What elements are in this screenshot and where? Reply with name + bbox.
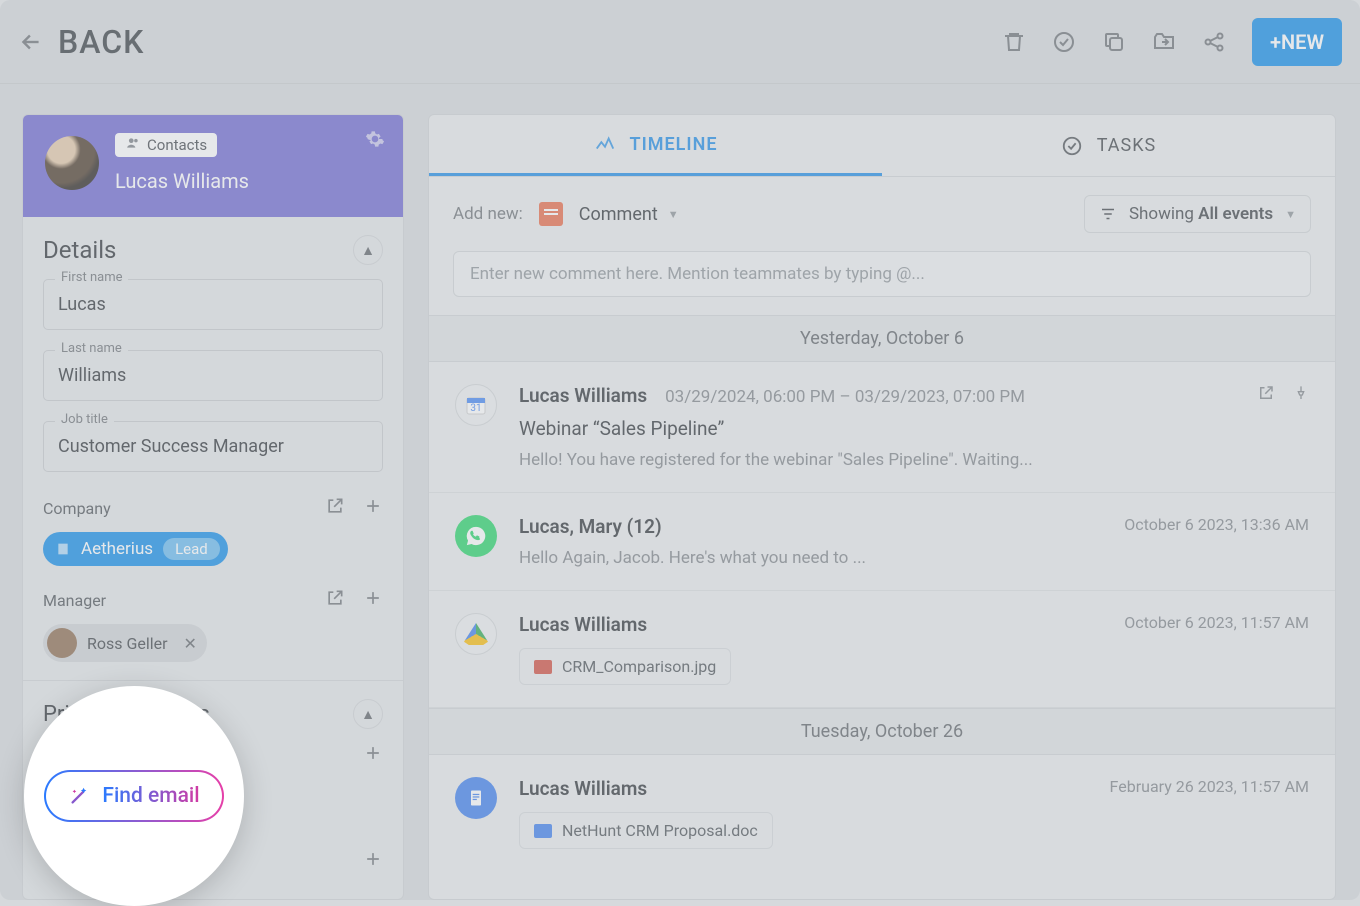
first-name-input[interactable] <box>43 279 383 330</box>
collapse-primary-icon[interactable]: ▲ <box>353 699 383 729</box>
gdoc-icon <box>455 777 497 819</box>
file-name: CRM_Comparison.jpg <box>562 657 716 676</box>
chevron-down-icon[interactable]: ▼ <box>668 208 679 221</box>
manager-pill[interactable]: Ross Geller ✕ <box>43 624 207 662</box>
new-button[interactable]: +NEW <box>1252 18 1342 66</box>
calendar-icon: 31 <box>455 384 497 426</box>
people-icon <box>125 136 141 154</box>
item-desc: Hello Again, Jacob. Here's what you need… <box>519 548 1309 568</box>
building-icon <box>55 541 71 557</box>
contact-name: Lucas Williams <box>115 169 249 193</box>
move-to-folder-icon[interactable] <box>1152 30 1176 54</box>
dayheader-2: Tuesday, October 26 <box>429 708 1335 755</box>
company-pill[interactable]: Aetherius Lead <box>43 532 228 566</box>
back-arrow-icon[interactable] <box>18 29 44 55</box>
share-icon[interactable] <box>1202 30 1226 54</box>
chevron-down-icon: ▼ <box>1285 208 1296 221</box>
remove-manager-icon[interactable]: ✕ <box>184 634 197 653</box>
last-name-label: Last name <box>55 341 128 356</box>
manager-name: Ross Geller <box>87 634 168 653</box>
whatsapp-icon <box>455 515 497 557</box>
image-file-icon <box>534 660 552 674</box>
main-panel: TIMELINE TASKS Add new: Comment ▼ Showin… <box>428 114 1336 900</box>
timeline-icon <box>594 133 616 155</box>
timeline-item: Lucas Williams CRM_Comparison.jpg Octobe… <box>429 591 1335 708</box>
timeline-item: 31 Lucas Williams 03/29/2024, 06:00 PM – … <box>429 362 1335 493</box>
dayheader-1: Yesterday, October 6 <box>429 315 1335 362</box>
item-author: Lucas Williams <box>519 384 647 407</box>
back-label[interactable]: BACK <box>58 23 144 61</box>
file-attachment[interactable]: NetHunt CRM Proposal.doc <box>519 812 773 849</box>
company-stage: Lead <box>163 538 220 560</box>
doc-file-icon <box>534 824 552 838</box>
events-filter[interactable]: Showing All events ▼ <box>1084 195 1311 233</box>
open-external-icon[interactable] <box>1257 384 1275 406</box>
first-name-label: First name <box>55 270 128 285</box>
item-time: 03/29/2024, 06:00 PM – 03/29/2023, 07:00… <box>665 387 1025 407</box>
avatar <box>45 136 99 190</box>
item-desc: Hello! You have registered for the webin… <box>519 450 1309 470</box>
add-row-icon[interactable] <box>363 849 383 873</box>
item-title: Webinar “Sales Pipeline” <box>519 417 1309 440</box>
spotlight: Find email <box>24 686 244 906</box>
file-name: NetHunt CRM Proposal.doc <box>562 821 758 840</box>
add-manager-icon[interactable] <box>363 588 383 612</box>
folder-chip[interactable]: Contacts <box>115 133 217 157</box>
open-company-icon[interactable] <box>325 496 345 520</box>
find-email-label: Find email <box>102 784 199 808</box>
tasks-icon <box>1061 135 1083 157</box>
details-title: Details <box>43 236 116 264</box>
item-time: February 26 2023, 11:57 AM <box>1110 777 1309 796</box>
add-company-icon[interactable] <box>363 496 383 520</box>
gdrive-icon <box>455 613 497 655</box>
open-manager-icon[interactable] <box>325 588 345 612</box>
last-name-input[interactable] <box>43 350 383 401</box>
collapse-details-icon[interactable]: ▲ <box>353 235 383 265</box>
item-author: Lucas, Mary (12) <box>519 515 662 538</box>
magic-wand-icon <box>68 785 90 807</box>
add-new-label: Add new: <box>453 204 523 224</box>
timeline-item: Lucas, Mary (12) Hello Again, Jacob. Her… <box>429 493 1335 591</box>
filter-icon <box>1099 205 1117 223</box>
manager-label: Manager <box>43 591 106 610</box>
svg-text:31: 31 <box>470 403 481 414</box>
manager-avatar <box>47 628 77 658</box>
comment-input[interactable]: Enter new comment here. Mention teammate… <box>453 251 1311 297</box>
company-label: Company <box>43 499 111 518</box>
tab-timeline[interactable]: TIMELINE <box>429 115 882 176</box>
job-title-label: Job title <box>55 412 114 427</box>
item-time: October 6 2023, 11:57 AM <box>1124 613 1309 632</box>
trash-icon[interactable] <box>1002 30 1026 54</box>
top-bar: BACK +NEW <box>0 0 1360 84</box>
item-author: Lucas Williams <box>519 613 647 636</box>
copy-icon[interactable] <box>1102 30 1126 54</box>
filter-value: All events <box>1198 204 1273 224</box>
company-name: Aetherius <box>81 539 153 559</box>
item-time: October 6 2023, 13:36 AM <box>1124 515 1309 534</box>
gear-icon[interactable] <box>365 129 385 153</box>
folder-chip-label: Contacts <box>147 136 207 154</box>
timeline-item: Lucas Williams NetHunt CRM Proposal.doc … <box>429 755 1335 871</box>
item-author: Lucas Williams <box>519 777 647 800</box>
tab-tasks[interactable]: TASKS <box>882 115 1335 176</box>
comment-icon <box>539 202 563 226</box>
tab-timeline-label: TIMELINE <box>630 134 718 155</box>
add-email-icon[interactable] <box>363 743 383 767</box>
job-title-input[interactable] <box>43 421 383 472</box>
tab-tasks-label: TASKS <box>1097 135 1156 156</box>
add-new-type[interactable]: Comment <box>579 204 658 225</box>
pin-icon[interactable] <box>1293 384 1309 406</box>
filter-prefix: Showing <box>1129 204 1198 224</box>
check-circle-icon[interactable] <box>1052 30 1076 54</box>
find-email-button[interactable]: Find email <box>44 770 223 822</box>
file-attachment[interactable]: CRM_Comparison.jpg <box>519 648 731 685</box>
